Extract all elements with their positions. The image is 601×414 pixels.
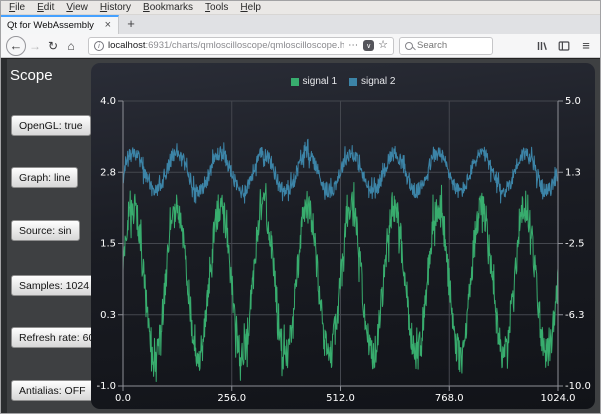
menu-bar: File Edit View History Bookmarks Tools H… [1, 1, 600, 15]
svg-text:768.0: 768.0 [435, 393, 464, 404]
menu-bookmarks[interactable]: Bookmarks [137, 1, 199, 14]
menu-edit[interactable]: Edit [31, 1, 60, 14]
svg-text:2.8: 2.8 [100, 167, 116, 178]
svg-text:0.3: 0.3 [100, 310, 116, 321]
chart-legend: signal 1 signal 2 [91, 76, 595, 87]
url-path: :6931/charts/qmloscilloscope/qmloscillos… [145, 40, 345, 51]
home-button[interactable]: ⌂ [62, 37, 80, 55]
menu-tools[interactable]: Tools [199, 1, 234, 14]
legend-item-signal1: signal 1 [290, 76, 337, 87]
svg-text:-6.3: -6.3 [565, 310, 585, 321]
svg-text:-10.0: -10.0 [565, 381, 591, 392]
new-tab-button[interactable]: + [119, 15, 143, 34]
back-button[interactable]: ← [6, 35, 26, 56]
tab-bar: Qt for WebAssembly × + [1, 15, 600, 34]
site-info-icon[interactable]: i [94, 40, 104, 51]
page-title: Scope [10, 67, 53, 84]
svg-text:-2.5: -2.5 [565, 239, 585, 250]
navigation-toolbar: ← → ↻ ⌂ i localhost:6931/charts/qmloscil… [1, 34, 600, 58]
svg-text:512.0: 512.0 [326, 393, 355, 404]
svg-text:5.0: 5.0 [565, 96, 581, 107]
url-host: localhost [108, 40, 146, 51]
signal2-swatch-icon [349, 77, 357, 86]
browser-window: File Edit View History Bookmarks Tools H… [0, 0, 601, 414]
bookmark-star-icon[interactable]: ☆ [378, 40, 388, 51]
svg-text:1024.0: 1024.0 [541, 393, 576, 404]
tab-close-icon[interactable]: × [104, 20, 112, 31]
sidebar-toggle-icon[interactable] [555, 37, 573, 55]
page-content: Scope OpenGL: true Graph: line Source: s… [1, 58, 600, 413]
url-bar[interactable]: i localhost:6931/charts/qmloscilloscope/… [88, 36, 394, 55]
search-bar[interactable] [399, 36, 493, 55]
content-left-strip [1, 59, 7, 413]
opengl-button[interactable]: OpenGL: true [11, 115, 91, 136]
library-icon[interactable] [533, 37, 551, 55]
reload-button[interactable]: ↻ [44, 37, 62, 55]
menu-help[interactable]: Help [234, 1, 267, 14]
toolbar-right-icons: ≡ [533, 37, 595, 55]
forward-button[interactable]: → [26, 37, 44, 55]
legend-item-signal2: signal 2 [349, 76, 395, 87]
app-menu-icon[interactable]: ≡ [577, 37, 595, 55]
svg-text:256.0: 256.0 [217, 393, 246, 404]
tab-title: Qt for WebAssembly [7, 20, 94, 31]
chart-canvas: 4.0 5.0 2.8 1.3 1.5 -2.5 0.3 -6.3 -1.0 -10.0 0.0 25… [96, 96, 591, 404]
source-button[interactable]: Source: sin [11, 220, 80, 241]
samples-button[interactable]: Samples: 1024 [11, 275, 98, 296]
svg-text:1.5: 1.5 [100, 239, 116, 250]
pocket-icon[interactable]: ∨ [363, 40, 375, 51]
graph-type-button[interactable]: Graph: line [11, 167, 79, 188]
url-text: localhost:6931/charts/qmloscilloscope/qm… [108, 40, 344, 51]
search-input[interactable] [417, 40, 487, 51]
legend-label-signal1: signal 1 [302, 76, 337, 87]
svg-text:1.3: 1.3 [565, 167, 581, 178]
active-tab[interactable]: Qt for WebAssembly × [1, 15, 119, 34]
legend-label-signal2: signal 2 [361, 76, 396, 87]
menu-view[interactable]: View [60, 1, 94, 14]
signal1-swatch-icon [290, 77, 299, 86]
oscilloscope-chart: 4.0 5.0 2.8 1.3 1.5 -2.5 0.3 -6.3 -1.0 -10.0 0.0 25… [91, 63, 595, 409]
svg-text:4.0: 4.0 [100, 96, 116, 107]
search-icon [405, 41, 413, 50]
refresh-rate-button[interactable]: Refresh rate: 60 [11, 327, 103, 348]
menu-history[interactable]: History [94, 1, 137, 14]
svg-text:-1.0: -1.0 [96, 381, 116, 392]
menu-file[interactable]: File [3, 1, 31, 14]
page-actions-icon[interactable]: ⋯ [348, 40, 359, 51]
svg-text:0.0: 0.0 [115, 393, 131, 404]
antialias-button[interactable]: Antialias: OFF [11, 380, 94, 401]
